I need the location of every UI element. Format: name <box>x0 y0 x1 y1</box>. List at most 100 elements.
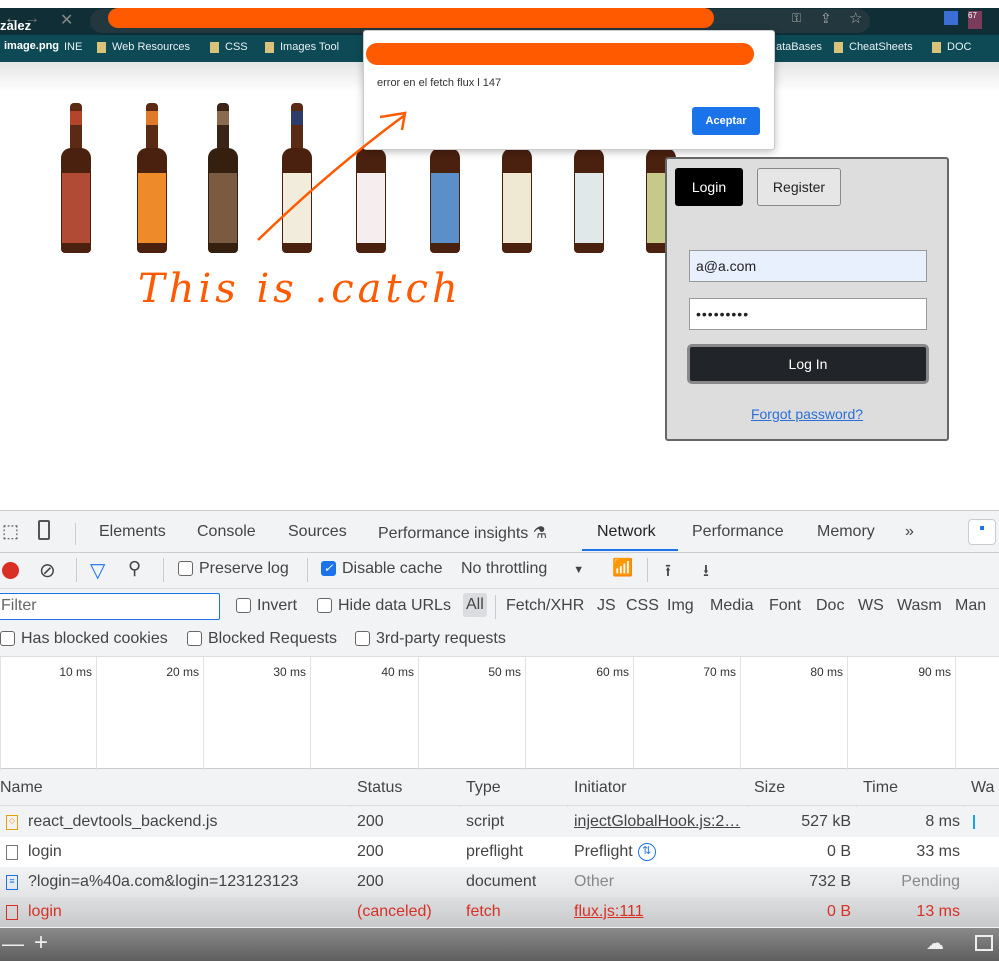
request-time: 13 ms <box>916 903 960 920</box>
tab-register[interactable]: Register <box>757 168 841 206</box>
invert-checkbox[interactable]: Invert <box>236 597 297 615</box>
email-input[interactable]: a@a.com <box>689 250 927 282</box>
checkbox-label: 3rd-party requests <box>376 630 506 647</box>
table-row[interactable]: login (canceled) fetch flux.js:111 0 B 1… <box>0 897 999 927</box>
table-row[interactable]: ≡ ?login=a%40a.com&login=123123123 200 do… <box>0 867 999 897</box>
filter-type-manifest[interactable]: Man <box>955 597 986 615</box>
column-header-size[interactable]: Size <box>748 770 856 805</box>
checkbox-icon <box>355 631 370 647</box>
table-row[interactable]: login 200 preflight Preflight ⇅ 0 B 33 ms <box>0 837 999 867</box>
tab-memory[interactable]: Memory <box>817 523 875 541</box>
checkbox-label: Has blocked cookies <box>21 630 168 647</box>
filter-type-doc[interactable]: Doc <box>816 597 844 615</box>
timeline-tick: 60 ms <box>525 657 633 770</box>
table-row[interactable]: ◇ react_devtools_backend.js 200 script in… <box>0 807 999 837</box>
timeline-tick: 30 ms <box>203 657 310 770</box>
tab-performance[interactable]: Performance <box>692 523 784 541</box>
network-overview-timeline[interactable]: 10 ms 20 ms 30 ms 40 ms 50 ms 60 ms 70 m… <box>0 656 999 770</box>
request-status: 200 <box>357 873 384 890</box>
column-header-waterfall[interactable]: Wa <box>965 770 999 805</box>
zoom-in-icon[interactable]: + <box>34 929 48 957</box>
preserve-log-checkbox[interactable]: Preserve log <box>178 560 289 578</box>
filter-input[interactable]: Filter <box>0 593 220 620</box>
filter-type-ws[interactable]: WS <box>858 597 884 615</box>
device-toolbar-icon[interactable] <box>38 520 50 540</box>
request-size: 527 kB <box>801 813 851 830</box>
download-icon[interactable]: ⭳ <box>703 558 709 587</box>
tab-performance-insights[interactable]: Performance insights ⚗ <box>378 523 547 543</box>
timeline-tick: 10 ms <box>0 657 96 770</box>
has-blocked-cookies-checkbox[interactable]: Has blocked cookies <box>0 630 168 648</box>
filter-type-img[interactable]: Img <box>667 597 694 615</box>
filter-type-css[interactable]: CSS <box>626 597 659 615</box>
more-tabs-icon[interactable]: » <box>905 523 914 541</box>
disable-cache-checkbox[interactable]: ✓ Disable cache <box>321 560 443 578</box>
filter-type-wasm[interactable]: Wasm <box>897 597 942 615</box>
column-header-initiator[interactable]: Initiator <box>568 770 747 805</box>
tab-console[interactable]: Console <box>197 523 256 541</box>
checkbox-label: Disable cache <box>342 560 443 577</box>
login-panel: Login Register a@a.com ••••••••• Log In … <box>665 157 949 441</box>
password-input[interactable]: ••••••••• <box>689 298 927 330</box>
record-icon[interactable] <box>2 562 19 579</box>
request-time: 33 ms <box>916 843 960 860</box>
checkbox-label: Invert <box>257 597 298 614</box>
request-type: document <box>466 873 537 890</box>
checkbox-icon <box>236 598 251 614</box>
initiator-link[interactable]: flux.js:111 <box>568 897 644 927</box>
request-initiator: Other <box>574 873 615 890</box>
request-size: 732 B <box>809 873 851 890</box>
search-icon[interactable]: ⚲ <box>128 558 141 579</box>
active-tab-indicator <box>582 549 678 551</box>
timeline-tick: 50 ms <box>418 657 525 770</box>
network-conditions-icon[interactable]: 📶 <box>612 558 633 578</box>
sidebar-toggle-icon[interactable] <box>975 935 993 951</box>
timeline-tick <box>955 657 999 770</box>
download-cloud-icon[interactable]: ☁ <box>926 933 944 954</box>
clear-icon[interactable]: ⊘ <box>39 558 56 583</box>
column-header-name[interactable]: Name <box>0 770 350 805</box>
filter-type-font[interactable]: Font <box>769 597 801 615</box>
request-name: login <box>28 903 62 920</box>
filter-icon[interactable]: ▽ <box>90 558 105 583</box>
forgot-password-link[interactable]: Forgot password? <box>667 406 947 422</box>
waterfall-bar <box>973 815 975 829</box>
column-header-type[interactable]: Type <box>460 770 567 805</box>
tab-sources[interactable]: Sources <box>288 523 347 541</box>
preflight-icon[interactable]: ⇅ <box>637 843 656 861</box>
request-initiator: Preflight <box>574 843 633 860</box>
tab-login[interactable]: Login <box>675 168 743 206</box>
checkbox-icon <box>317 598 332 614</box>
filter-type-all[interactable]: All <box>463 593 487 617</box>
third-party-requests-checkbox[interactable]: 3rd-party requests <box>355 630 506 648</box>
request-type: preflight <box>466 843 523 860</box>
upload-icon[interactable]: ⭱ <box>665 558 671 587</box>
checkmark-icon: ✓ <box>321 561 336 577</box>
tab-network[interactable]: Network <box>597 523 656 541</box>
initiator-link[interactable]: injectGlobalHook.js:2… <box>568 807 747 837</box>
hide-data-urls-checkbox[interactable]: Hide data URLs <box>317 597 451 615</box>
flask-icon: ⚗ <box>532 525 548 542</box>
checkbox-icon <box>0 631 15 647</box>
video-overlay-bar: — + ☁ <box>0 928 999 961</box>
login-submit-button[interactable]: Log In <box>687 344 929 384</box>
error-file-icon <box>6 904 18 920</box>
filter-type-js[interactable]: JS <box>597 597 616 615</box>
throttling-value: No throttling <box>461 560 548 577</box>
column-header-time[interactable]: Time <box>857 770 964 805</box>
request-status: (canceled) <box>357 903 432 920</box>
arrow-icon <box>257 111 407 241</box>
inspect-element-icon[interactable]: ⬚ <box>2 521 19 542</box>
tab-elements[interactable]: Elements <box>99 523 166 541</box>
column-header-status[interactable]: Status <box>351 770 459 805</box>
throttling-select[interactable]: No throttling ▼ <box>461 560 584 578</box>
request-time: Pending <box>901 873 960 890</box>
zoom-out-icon[interactable]: — <box>2 931 24 957</box>
checkbox-label: Preserve log <box>199 560 289 577</box>
filter-type-fetch-xhr[interactable]: Fetch/XHR <box>506 597 584 615</box>
devtools-panel: ⬚ Elements Console Sources Performance i… <box>0 510 999 961</box>
feedback-icon[interactable]: ▪ <box>968 519 996 545</box>
filter-type-media[interactable]: Media <box>710 597 754 615</box>
blocked-requests-checkbox[interactable]: Blocked Requests <box>187 630 337 648</box>
request-name: login <box>28 843 62 860</box>
